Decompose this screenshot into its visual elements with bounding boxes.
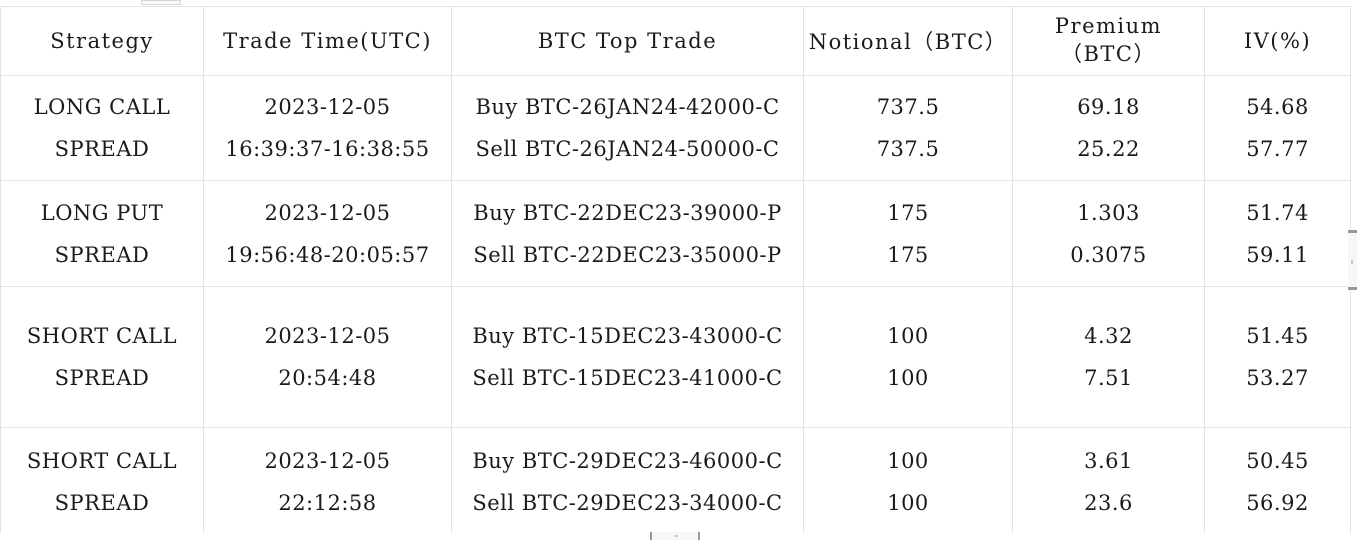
- cell-top-trade: Buy BTC-15DEC23-43000-C Sell BTC-15DEC23…: [451, 286, 804, 428]
- cell-line: 3.61: [1084, 448, 1133, 473]
- cell-line: 2023-12-05: [264, 324, 391, 348]
- cell-top-trade: Buy BTC-26JAN24-42000-C Sell BTC-26JAN24…: [451, 75, 804, 181]
- cell-line: Buy BTC-15DEC23-43000-C: [472, 324, 783, 348]
- table-row[interactable]: SHORT CALL SPREAD 2023-12-05 22:12:58 Bu…: [0, 427, 1351, 536]
- cell-line: 50.45: [1246, 448, 1309, 473]
- cell-notional: 737.5 737.5: [803, 75, 1013, 181]
- btc-top-trades-table: Strategy Trade Time(UTC) BTC Top Trade N…: [0, 6, 1351, 536]
- cell-line: 2023-12-05: [264, 200, 391, 225]
- cell-line: SPREAD: [54, 242, 150, 267]
- top-scrollbar-fragment[interactable]: [141, 0, 181, 5]
- table-header-row: Strategy Trade Time(UTC) BTC Top Trade N…: [0, 6, 1351, 76]
- cell-trade-time: 2023-12-05 16:39:37-16:38:55: [203, 75, 452, 181]
- cell-line: SHORT CALL: [26, 448, 178, 473]
- cell-line: SHORT CALL: [26, 324, 178, 348]
- cell-iv: 51.74 59.11: [1204, 180, 1351, 287]
- cell-iv: 50.45 56.92: [1204, 427, 1351, 536]
- cell-line: SPREAD: [54, 490, 150, 515]
- table-header: Strategy Trade Time(UTC) BTC Top Trade N…: [0, 6, 1351, 76]
- cell-strategy: SHORT CALL SPREAD: [0, 286, 204, 428]
- cell-line: Buy BTC-22DEC23-39000-P: [473, 200, 782, 225]
- cell-line: 4.32: [1084, 324, 1133, 348]
- cell-premium: 1.303 0.3075: [1012, 180, 1205, 287]
- cell-strategy: SHORT CALL SPREAD: [0, 427, 204, 536]
- cell-line: 0.3075: [1070, 242, 1147, 267]
- cell-line: 2023-12-05: [264, 95, 391, 119]
- cell-strategy: LONG PUT SPREAD: [0, 180, 204, 287]
- cell-top-trade: Buy BTC-22DEC23-39000-P Sell BTC-22DEC23…: [451, 180, 804, 287]
- cell-line: 100: [887, 324, 929, 348]
- cell-line: 1.303: [1077, 200, 1140, 225]
- cell-notional: 100 100: [803, 427, 1013, 536]
- cell-line: 22:12:58: [278, 490, 377, 515]
- cell-line: 19:56:48-20:05:57: [225, 242, 430, 267]
- cell-line: 2023-12-05: [264, 448, 391, 473]
- column-header-top-trade[interactable]: BTC Top Trade: [451, 6, 804, 76]
- cell-premium: 69.18 25.22: [1012, 75, 1205, 181]
- cell-line: 737.5: [876, 137, 940, 161]
- cell-iv: 51.45 53.27: [1204, 286, 1351, 428]
- table-viewport[interactable]: Strategy Trade Time(UTC) BTC Top Trade N…: [0, 0, 1357, 540]
- cell-line: 23.6: [1084, 490, 1133, 515]
- cell-line: Buy BTC-26JAN24-42000-C: [475, 95, 780, 119]
- cell-line: 737.5: [876, 95, 940, 119]
- cell-line: Sell BTC-15DEC23-41000-C: [472, 366, 783, 390]
- cell-line: 56.92: [1246, 490, 1309, 515]
- table-row[interactable]: LONG CALL SPREAD 2023-12-05 16:39:37-16:…: [0, 75, 1351, 181]
- cell-line: 175: [887, 200, 929, 225]
- cell-line: 69.18: [1077, 95, 1140, 119]
- table-body: LONG CALL SPREAD 2023-12-05 16:39:37-16:…: [0, 75, 1351, 536]
- cell-line: 54.68: [1246, 95, 1309, 119]
- cell-line: 59.11: [1246, 242, 1309, 267]
- cell-line: 51.74: [1246, 200, 1309, 225]
- vertical-scrollbar[interactable]: [1348, 0, 1357, 540]
- cell-line: 25.22: [1077, 137, 1140, 161]
- cell-notional: 100 100: [803, 286, 1013, 428]
- cell-line: 7.51: [1084, 366, 1133, 390]
- cell-notional: 175 175: [803, 180, 1013, 287]
- cell-trade-time: 2023-12-05 19:56:48-20:05:57: [203, 180, 452, 287]
- column-header-trade-time[interactable]: Trade Time(UTC): [203, 6, 452, 76]
- column-header-notional[interactable]: Notional（BTC）: [803, 6, 1013, 76]
- cell-line: 53.27: [1246, 366, 1309, 390]
- cell-line: Sell BTC-29DEC23-34000-C: [472, 490, 783, 515]
- cell-line: 100: [887, 366, 929, 390]
- cell-line: 175: [887, 242, 929, 267]
- cell-line: Sell BTC-26JAN24-50000-C: [475, 137, 780, 161]
- cell-line: 20:54:48: [278, 366, 377, 390]
- scrollbar-grip-icon: [675, 535, 678, 537]
- cell-trade-time: 2023-12-05 20:54:48: [203, 286, 452, 428]
- cell-line: LONG CALL: [33, 95, 171, 119]
- cell-line: 100: [887, 448, 929, 473]
- cell-line: 100: [887, 490, 929, 515]
- cell-iv: 54.68 57.77: [1204, 75, 1351, 181]
- cell-line: LONG PUT: [40, 200, 164, 225]
- horizontal-scrollbar[interactable]: [0, 532, 1357, 540]
- column-header-strategy[interactable]: Strategy: [0, 6, 204, 76]
- scrollbar-grip-icon: [1351, 260, 1353, 264]
- table-row[interactable]: SHORT CALL SPREAD 2023-12-05 20:54:48 Bu…: [0, 286, 1351, 428]
- column-header-iv[interactable]: IV(%): [1204, 6, 1351, 76]
- cell-line: 51.45: [1246, 324, 1309, 348]
- cell-top-trade: Buy BTC-29DEC23-46000-C Sell BTC-29DEC23…: [451, 427, 804, 536]
- cell-line: SPREAD: [54, 137, 150, 161]
- column-header-premium[interactable]: Premium（BTC）: [1012, 6, 1205, 76]
- table-row[interactable]: LONG PUT SPREAD 2023-12-05 19:56:48-20:0…: [0, 180, 1351, 287]
- cell-strategy: LONG CALL SPREAD: [0, 75, 204, 181]
- vertical-scrollbar-thumb[interactable]: [1348, 230, 1357, 290]
- cell-line: 57.77: [1246, 137, 1309, 161]
- cell-line: Sell BTC-22DEC23-35000-P: [473, 242, 782, 267]
- cell-premium: 3.61 23.6: [1012, 427, 1205, 536]
- cell-premium: 4.32 7.51: [1012, 286, 1205, 428]
- cell-line: 16:39:37-16:38:55: [225, 137, 430, 161]
- cell-line: SPREAD: [54, 366, 150, 390]
- cell-trade-time: 2023-12-05 22:12:58: [203, 427, 452, 536]
- horizontal-scrollbar-thumb[interactable]: [650, 532, 700, 540]
- cell-line: Buy BTC-29DEC23-46000-C: [472, 448, 783, 473]
